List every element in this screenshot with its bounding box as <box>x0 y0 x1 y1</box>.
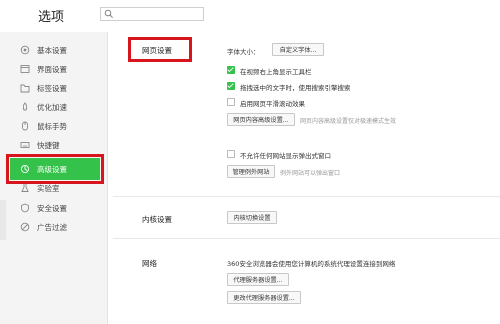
change-proxy-button[interactable]: 更改代理服务器设置... <box>227 291 301 304</box>
sidebar-item-label: 实验室 <box>37 183 60 193</box>
manage-exceptions-button[interactable]: 管理例外网站 <box>227 165 275 178</box>
exceptions-hint: 例外网站可以弹出窗口 <box>280 170 341 177</box>
network-description: 360安全浏览器会使用您计算机的系统代理设置连接到网络 <box>227 260 396 268</box>
title-bar: 选项 <box>0 0 500 32</box>
sidebar-item-optimize[interactable]: 优化加速 <box>20 99 106 115</box>
sidebar-item-label: 快捷键 <box>37 140 60 150</box>
block-popups-checkbox[interactable] <box>227 150 235 158</box>
drag-search-label: 拖拽选中的文字时，使用搜索引擎搜索 <box>240 84 351 92</box>
custom-font-button[interactable]: 自定义字体... <box>272 43 324 56</box>
mouse-icon <box>22 121 28 131</box>
tab-icon <box>20 84 30 93</box>
page-title: 选项 <box>38 10 65 25</box>
sidebar-item-label: 基本设置 <box>37 45 67 55</box>
proxy-settings-button[interactable]: 代理服务器设置... <box>227 273 289 286</box>
search-input[interactable] <box>100 7 204 21</box>
advanced-content-button[interactable]: 网页内容高级设置... <box>227 113 295 126</box>
search-icon <box>104 9 113 18</box>
lab-icon <box>21 184 29 192</box>
smooth-scroll-label: 启用网页平滑滚动效果 <box>240 100 305 108</box>
sidebar-item-shortcuts[interactable]: 快捷键 <box>20 137 106 153</box>
highlight-box-web-settings <box>128 37 192 62</box>
block-icon <box>20 222 30 232</box>
sidebar-item-label: 安全设置 <box>37 203 67 213</box>
highlight-box-sidebar <box>6 154 104 184</box>
sidebar-item-basic[interactable]: 基本设置 <box>20 42 106 58</box>
window-icon <box>20 65 30 73</box>
block-popups-label: 不允许任何网站显示弹出式窗口 <box>240 152 331 160</box>
sidebar-edge <box>0 200 6 240</box>
advanced-content-hint: 网页内容高级设置仅对极速模式生效 <box>300 118 397 125</box>
rocket-icon <box>22 102 28 111</box>
toolbar-video-checkbox[interactable] <box>227 66 235 74</box>
section-divider <box>113 196 500 197</box>
sidebar-item-label: 标签设置 <box>37 83 67 93</box>
sidebar-item-label: 广告过滤 <box>37 222 67 232</box>
kernel-switch-button[interactable]: 内核切换设置 <box>227 211 277 224</box>
settings-icon <box>20 45 30 55</box>
kernel-settings-title: 内核设置 <box>142 215 172 224</box>
sidebar-item-label: 优化加速 <box>37 102 67 112</box>
sidebar-item-mouse[interactable]: 鼠标手势 <box>20 118 106 134</box>
keyboard-icon <box>20 142 30 148</box>
sidebar-item-label: 界面设置 <box>37 64 67 74</box>
toolbar-video-label: 在视频右上角显示工具栏 <box>240 68 312 76</box>
section-divider <box>113 238 500 239</box>
sidebar-item-label: 鼠标手势 <box>37 121 67 131</box>
font-size-label: 字体大小： <box>227 48 260 56</box>
sidebar-item-security[interactable]: 安全设置 <box>20 200 106 216</box>
sidebar-item-adblock[interactable]: 广告过滤 <box>20 219 106 235</box>
smooth-scroll-checkbox[interactable] <box>227 98 235 106</box>
sidebar-item-interface[interactable]: 界面设置 <box>20 61 106 77</box>
sidebar-item-tabs[interactable]: 标签设置 <box>20 80 106 96</box>
drag-search-checkbox[interactable] <box>227 82 235 90</box>
shield-icon <box>21 203 29 213</box>
network-title: 网络 <box>142 259 157 268</box>
main-content: 网页设置 字体大小： 自定义字体... 在视频右上角显示工具栏 拖拽选中的文字时… <box>109 32 500 324</box>
